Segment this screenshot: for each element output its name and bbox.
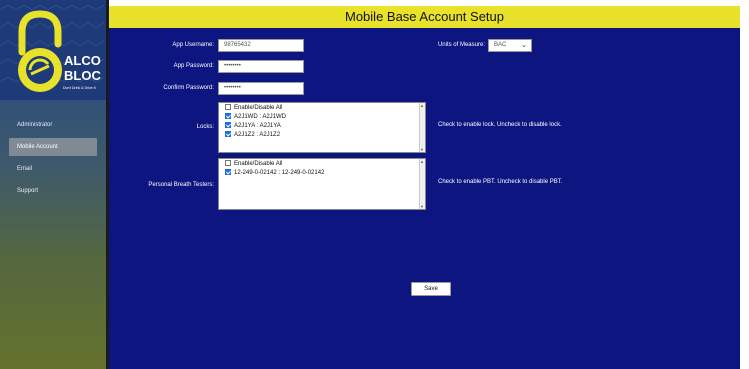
- checkbox-checked-icon[interactable]: [225, 113, 231, 119]
- checkbox-checked-icon[interactable]: [225, 122, 231, 128]
- locks-help-text: Check to enable lock. Uncheck to disable…: [438, 122, 562, 128]
- password-input[interactable]: ••••••••: [218, 60, 304, 73]
- username-input[interactable]: 98765432: [218, 39, 304, 52]
- pbt-item-label: Enable/Disable All: [234, 161, 283, 167]
- alcobloc-logo: ALCO BLOC Don't Drink & Drive It: [0, 0, 106, 100]
- logo-text-line1: ALCO: [64, 53, 101, 68]
- locks-item-a2j1ya[interactable]: A2J1YA : A2J1YA: [225, 122, 281, 131]
- locks-item-a2j1wd[interactable]: A2J1WD : A2J1WD: [225, 113, 286, 122]
- locks-scrollbar[interactable]: ▲ ▼: [419, 103, 425, 152]
- scroll-down-icon[interactable]: ▼: [420, 147, 424, 152]
- pbt-help-text: Check to enable PBT. Uncheck to disable …: [438, 179, 563, 185]
- right-margin: [740, 0, 749, 369]
- logo-text-line2: BLOC: [64, 68, 101, 83]
- scroll-down-icon[interactable]: ▼: [420, 204, 424, 209]
- locks-item-label: A2J1Z2 : A2J1Z2: [234, 132, 281, 138]
- logo-tagline: Don't Drink & Drive It: [63, 86, 96, 90]
- password-label: App Password:: [173, 63, 214, 69]
- checkbox-checked-icon[interactable]: [225, 131, 231, 137]
- locks-label: Locks:: [196, 124, 214, 130]
- units-select-value: BAC: [494, 42, 507, 48]
- pbt-item-label: 12-249-0-02142 : 12-249-0-02142: [234, 170, 325, 176]
- sidebar-item-support[interactable]: Support: [9, 182, 97, 200]
- save-button[interactable]: Save: [411, 282, 451, 296]
- checkbox-icon[interactable]: [225, 104, 231, 110]
- pbt-label: Personal Breath Testers:: [148, 182, 214, 188]
- confirm-password-label: Confirm Password:: [163, 85, 214, 91]
- sidebar: ALCO BLOC Don't Drink & Drive It Adminis…: [0, 0, 106, 369]
- page-title: Mobile Base Account Setup: [109, 6, 740, 28]
- scroll-up-icon[interactable]: ▲: [420, 103, 424, 108]
- locks-item-a2j1z2[interactable]: A2J1Z2 : A2J1Z2: [225, 131, 280, 140]
- units-select[interactable]: BAC ⌄: [488, 39, 532, 52]
- locks-item-label: A2J1WD : A2J1WD: [234, 114, 287, 120]
- pbt-item-enable-all[interactable]: Enable/Disable All: [225, 160, 282, 169]
- locks-item-label: A2J1YA : A2J1YA: [234, 123, 281, 129]
- confirm-password-input[interactable]: ••••••••: [218, 82, 304, 95]
- pbt-scrollbar[interactable]: ▲ ▼: [419, 159, 425, 209]
- scroll-up-icon[interactable]: ▲: [420, 159, 424, 164]
- checkbox-checked-icon[interactable]: [225, 169, 231, 175]
- chevron-down-icon: ⌄: [521, 42, 527, 49]
- locks-item-label: Enable/Disable All: [234, 105, 283, 111]
- units-label: Units of Measure:: [437, 42, 485, 48]
- locks-item-enable-all[interactable]: Enable/Disable All: [225, 104, 282, 113]
- sidebar-item-email[interactable]: Email: [9, 160, 97, 178]
- pbt-item-12-249-0-02142[interactable]: 12-249-0-02142 : 12-249-0-02142: [225, 169, 324, 178]
- sidebar-item-mobile-account[interactable]: Mobile Account: [9, 138, 97, 156]
- checkbox-icon[interactable]: [225, 160, 231, 166]
- locks-listbox[interactable]: Enable/Disable All A2J1WD : A2J1WD A2J1Y…: [218, 102, 426, 153]
- pbt-listbox[interactable]: Enable/Disable All 12-249-0-02142 : 12-2…: [218, 158, 426, 210]
- username-label: App Username:: [172, 42, 214, 48]
- sidebar-item-administrator[interactable]: Administrator: [9, 116, 97, 134]
